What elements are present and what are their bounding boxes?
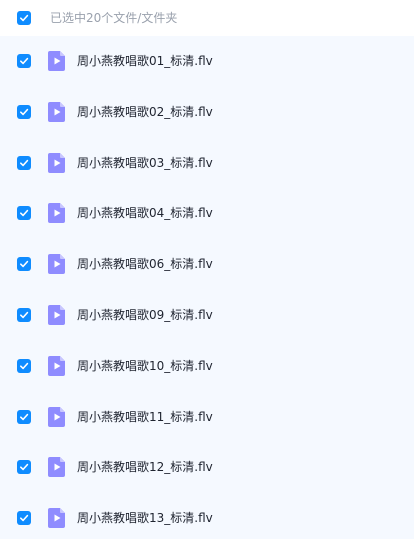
file-row[interactable]: 周小燕教唱歌04_标清.flv [0,188,414,239]
file-checkbox[interactable] [17,104,31,119]
video-file-icon [48,254,65,275]
checkmark-icon [20,260,29,268]
file-name-label: 周小燕教唱歌04_标清.flv [77,206,213,221]
file-name-label: 周小燕教唱歌11_标清.flv [77,409,213,424]
checkmark-icon [20,210,29,217]
file-name-label: 周小燕教唱歌10_标清.flv [77,358,213,373]
file-name-label: 周小燕教唱歌09_标清.flv [77,307,213,322]
video-file-icon [48,355,65,376]
file-checkbox[interactable] [17,257,31,272]
checkmark-icon [20,514,29,522]
checkmark-icon [20,464,29,471]
checkmark-icon [20,413,29,420]
checkmark-icon [20,57,29,65]
video-file-icon [48,508,65,529]
file-checkbox[interactable] [17,307,31,322]
file-name-label: 周小燕教唱歌03_标清.flv [77,155,213,170]
video-file-icon [48,51,65,71]
file-list: 周小燕教唱歌01_标清.flv 周小燕教唱歌02_标清.flv 周小燕教唱歌03… [0,36,414,539]
video-file-icon [48,457,65,478]
checkmark-icon [20,159,29,166]
video-file-icon [48,101,65,122]
file-checkbox[interactable] [17,511,31,526]
file-name-label: 周小燕教唱歌06_标清.flv [77,257,213,272]
file-row[interactable]: 周小燕教唱歌01_标清.flv [0,36,414,87]
file-row[interactable]: 周小燕教唱歌09_标清.flv [0,290,414,341]
video-file-icon [48,304,65,325]
selection-header: 已选中20个文件/文件夹 [0,0,414,36]
file-checkbox[interactable] [17,409,31,424]
video-file-icon [48,203,65,224]
file-name-label: 周小燕教唱歌13_标清.flv [77,511,213,526]
checkmark-icon [20,14,29,22]
file-name-label: 周小燕教唱歌01_标清.flv [77,54,213,68]
selection-count-label: 已选中20个文件/文件夹 [50,11,178,25]
file-checkbox[interactable] [17,206,31,221]
checkmark-icon [20,108,29,115]
file-row[interactable]: 周小燕教唱歌11_标清.flv [0,392,414,443]
video-file-icon [48,152,65,173]
file-row[interactable]: 周小燕教唱歌03_标清.flv [0,138,414,189]
file-checkbox[interactable] [17,54,31,68]
checkmark-icon [20,362,29,369]
file-row[interactable]: 周小燕教唱歌02_标清.flv [0,87,414,138]
file-checkbox[interactable] [17,460,31,475]
file-checkbox[interactable] [17,358,31,373]
file-name-label: 周小燕教唱歌02_标清.flv [77,104,213,119]
file-row[interactable]: 周小燕教唱歌12_标清.flv [0,442,414,493]
file-row[interactable]: 周小燕教唱歌13_标清.flv [0,493,414,539]
file-row[interactable]: 周小燕教唱歌10_标清.flv [0,341,414,392]
file-checkbox[interactable] [17,155,31,170]
file-row[interactable]: 周小燕教唱歌06_标清.flv [0,239,414,290]
file-selection-panel: 已选中20个文件/文件夹 周小燕教唱歌01_标清.flv 周小燕教唱歌02_标清… [0,0,414,539]
select-all-checkbox[interactable] [17,11,31,25]
video-file-icon [48,406,65,427]
checkmark-icon [20,311,29,319]
file-name-label: 周小燕教唱歌12_标清.flv [77,460,213,475]
